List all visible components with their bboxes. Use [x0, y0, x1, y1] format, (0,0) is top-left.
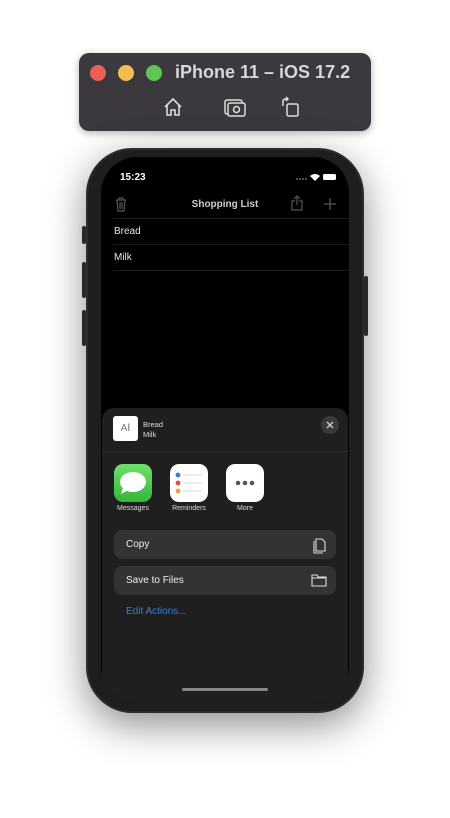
list-item[interactable]: Bread [114, 226, 141, 237]
app-label: Reminders [172, 505, 206, 512]
divider [102, 451, 348, 452]
app-label: More [237, 505, 253, 512]
minimize-window-button[interactable] [118, 65, 134, 81]
volume-up-button [82, 262, 86, 298]
rotate-icon[interactable] [278, 95, 302, 119]
edit-actions-link[interactable]: Edit Actions... [126, 606, 187, 617]
more-button[interactable] [226, 464, 264, 502]
reminders-app-button[interactable] [170, 464, 208, 502]
home-icon[interactable] [161, 95, 185, 119]
screen: 15:23 Shopping List Bread Milk AI Bread M… [101, 157, 349, 703]
close-button[interactable] [321, 416, 339, 434]
add-icon[interactable] [324, 198, 336, 210]
home-indicator[interactable] [182, 688, 268, 691]
messages-icon [120, 472, 146, 494]
action-label: Copy [126, 539, 150, 550]
preview-line: Milk [143, 430, 157, 439]
status-time: 15:23 [120, 172, 146, 183]
close-window-button[interactable] [90, 65, 106, 81]
status-icons [296, 174, 336, 181]
messages-app-button[interactable] [114, 464, 152, 502]
preview-text: Bread Milk [143, 420, 163, 440]
copy-icon [313, 538, 326, 554]
copy-action[interactable]: Copy [114, 530, 336, 559]
app-label: Messages [117, 505, 149, 512]
nav-title: Shopping List [191, 199, 259, 210]
preview-line: Bread [143, 420, 164, 429]
share-sheet: AI Bread Milk Messages Reminders More Cop… [102, 408, 348, 703]
folder-icon [311, 574, 327, 587]
reminders-icon [175, 472, 202, 494]
action-label: Save to Files [126, 575, 184, 586]
volume-down-button [82, 310, 86, 346]
save-to-files-action[interactable]: Save to Files [114, 566, 336, 595]
screenshot-icon[interactable] [223, 95, 247, 119]
power-button [364, 276, 368, 336]
close-icon [326, 421, 334, 429]
share-icon[interactable] [291, 195, 303, 211]
divider [113, 270, 349, 271]
more-icon [235, 480, 255, 486]
mute-switch [82, 226, 86, 244]
list-item[interactable]: Milk [114, 252, 132, 263]
divider [113, 218, 349, 219]
simulator-title-bar: iPhone 11 – iOS 17.2 [79, 53, 371, 131]
text-preview-icon: AI [113, 416, 138, 441]
simulator-title: iPhone 11 – iOS 17.2 [175, 62, 351, 82]
divider [113, 244, 349, 245]
zoom-window-button[interactable] [146, 65, 162, 81]
